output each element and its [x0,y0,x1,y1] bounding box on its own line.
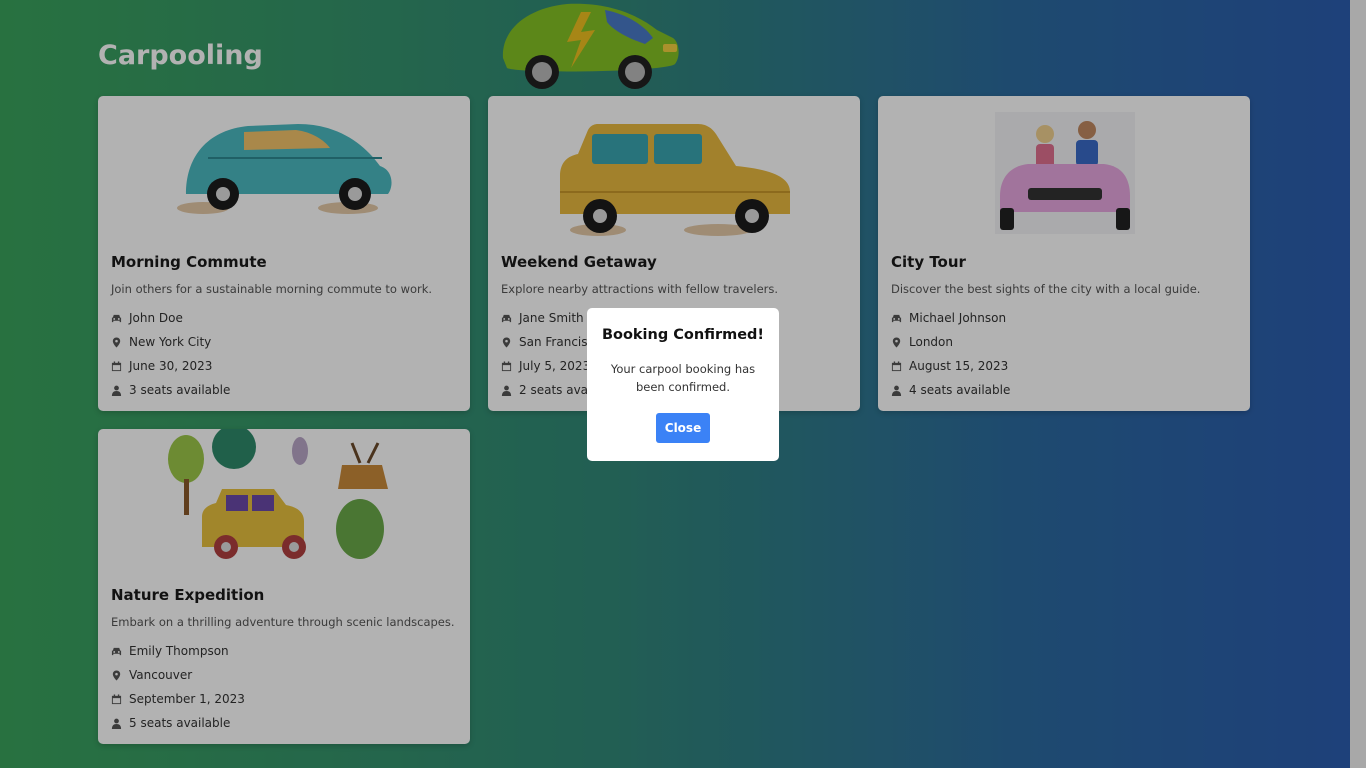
dialog-message: Your carpool booking has been confirmed. [610,362,756,394]
close-button[interactable]: Close [656,413,710,443]
dialog-title: Booking Confirmed! [601,327,765,343]
booking-confirmed-dialog: Booking Confirmed! Your carpool booking … [587,308,779,461]
